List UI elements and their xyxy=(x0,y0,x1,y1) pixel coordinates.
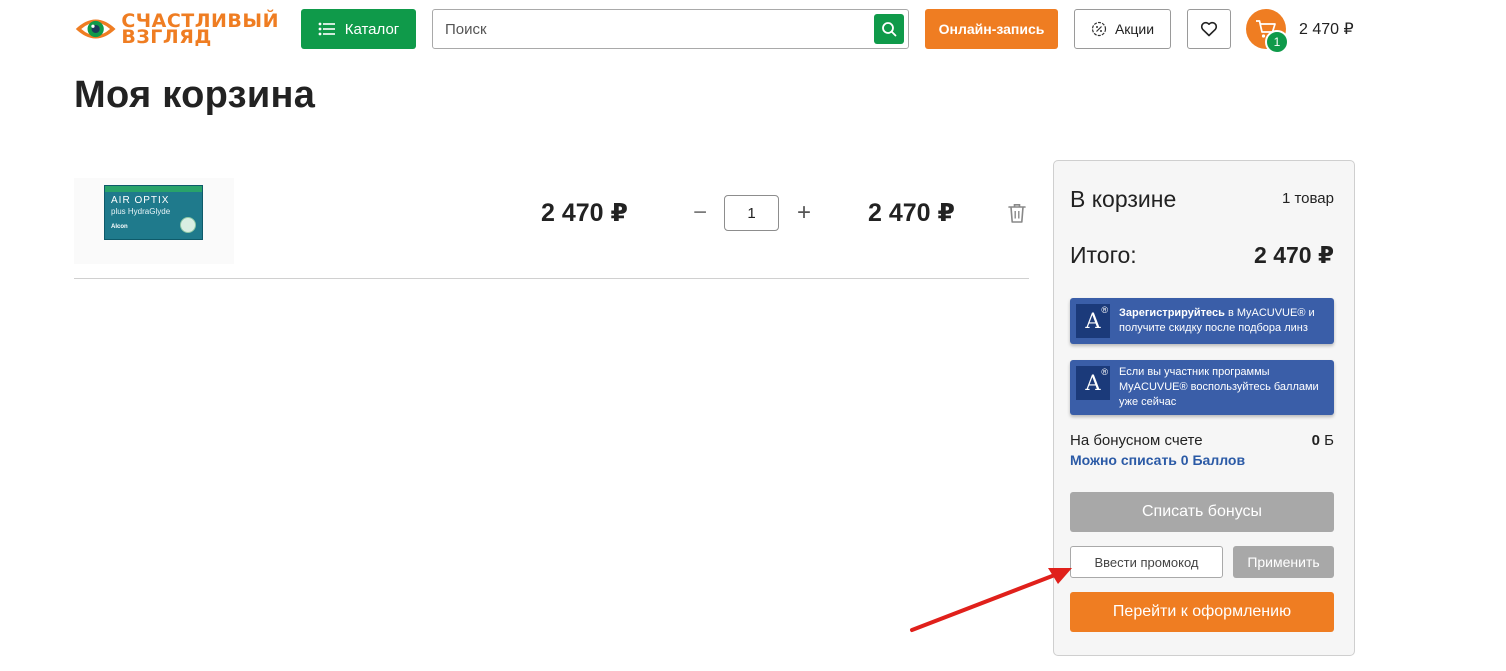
acuvue-logo-icon: A ® xyxy=(1076,366,1110,400)
apply-promo-button[interactable]: Применить xyxy=(1233,546,1334,578)
acuvue-register-banner[interactable]: A ® Зарегистрируйтесь в MyACUVUE® и получ… xyxy=(1070,298,1334,344)
catalog-button-label: Каталог xyxy=(344,20,400,38)
bonus-balance-label: На бонусном счете xyxy=(1070,432,1203,449)
pack-seal-icon xyxy=(180,217,196,233)
pack-brand: Alcon xyxy=(111,224,128,230)
promotions-button[interactable]: Акции xyxy=(1074,9,1171,49)
list-icon xyxy=(318,22,336,36)
search-box xyxy=(432,9,909,49)
checkout-button[interactable]: Перейти к оформлению xyxy=(1070,592,1334,632)
bonus-available-link[interactable]: Можно списать 0 Баллов xyxy=(1070,452,1245,468)
promotions-button-label: Акции xyxy=(1114,21,1155,37)
pack-line1: AIR OPTIX xyxy=(111,195,170,206)
page-title: Моя корзина xyxy=(74,74,316,116)
acuvue-points-text: Если вы участник программы MyACUVUE® вос… xyxy=(1119,366,1319,408)
search-button[interactable] xyxy=(874,14,904,44)
site-logo[interactable]: СЧАСТЛИВЫЙ ВЗГЛЯД xyxy=(74,8,279,50)
catalog-button[interactable]: Каталог xyxy=(301,9,416,49)
product-pack: AIR OPTIX plus HydraGlyde Alcon xyxy=(104,185,203,240)
pack-line2: plus HydraGlyde xyxy=(111,207,171,216)
acuvue-register-text: Зарегистрируйтесь в MyACUVUE® и получите… xyxy=(1119,307,1315,334)
summary-total-label: Итого: xyxy=(1070,242,1137,268)
cart-count-badge: 1 xyxy=(1265,30,1289,54)
search-input[interactable] xyxy=(433,10,863,48)
quantity-increase-button[interactable]: + xyxy=(792,199,816,226)
online-booking-button[interactable]: Онлайн-запись xyxy=(925,9,1058,49)
search-icon xyxy=(882,22,897,37)
eye-logo-icon xyxy=(75,19,116,39)
logo-text-line2: ВЗГЛЯД xyxy=(121,26,212,48)
quantity-input[interactable] xyxy=(724,195,779,231)
annotation-arrow-icon xyxy=(910,568,1072,632)
trash-icon xyxy=(1008,204,1026,223)
delete-item-button[interactable] xyxy=(1005,201,1029,225)
cart-total-header[interactable]: 2 470 ₽ xyxy=(1299,19,1354,39)
summary-title: В корзине xyxy=(1070,186,1177,212)
product-image[interactable]: AIR OPTIX plus HydraGlyde Alcon xyxy=(74,178,234,264)
summary-total-value: 2 470 ₽ xyxy=(1254,242,1334,268)
favorites-button[interactable] xyxy=(1187,9,1231,49)
promo-code-input[interactable] xyxy=(1070,546,1223,578)
item-divider xyxy=(74,278,1029,279)
summary-item-count: 1 товар xyxy=(1281,190,1334,207)
bonus-balance-value: 0 Б xyxy=(1311,432,1334,449)
write-off-bonus-button[interactable]: Списать бонусы xyxy=(1070,492,1334,532)
quantity-decrease-button[interactable]: − xyxy=(688,199,712,226)
acuvue-logo-icon: A ® xyxy=(1076,304,1110,338)
discount-icon xyxy=(1091,21,1107,37)
item-total-price: 2 470 ₽ xyxy=(868,199,955,227)
acuvue-points-banner[interactable]: A ® Если вы участник программы MyACUVUE® … xyxy=(1070,360,1334,415)
heart-icon xyxy=(1200,21,1218,37)
unit-price: 2 470 ₽ xyxy=(541,199,628,227)
